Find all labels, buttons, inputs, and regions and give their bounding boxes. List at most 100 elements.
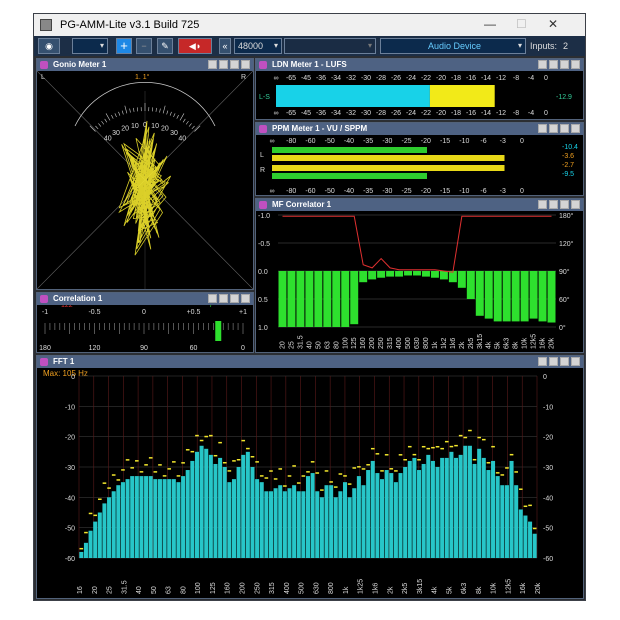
fft-bar: [467, 445, 472, 558]
phase-line: [282, 215, 552, 273]
audio-device-dropdown[interactable]: Audio Device ▾: [380, 38, 526, 54]
fft-band-label: 8k: [476, 586, 483, 594]
fft-band-label: 12k5: [505, 579, 512, 594]
gonio-tick: [159, 108, 161, 113]
edit-icon[interactable]: [538, 357, 547, 366]
fft-band-label: 200: [240, 582, 247, 594]
eye-icon[interactable]: ◉: [38, 38, 60, 54]
correlation-bar: [305, 271, 314, 327]
correlation-bar: [323, 271, 332, 327]
correlation-bar: [439, 271, 448, 280]
correlation-bar: [421, 271, 430, 277]
gonio-scale-label: 10: [151, 123, 159, 130]
maximize-button[interactable]: ☐: [516, 17, 527, 31]
fft-peak-marker: [444, 440, 449, 443]
gonio-tick: [191, 125, 195, 130]
close-panel-icon[interactable]: [571, 200, 580, 209]
collapse-icon[interactable]: «: [219, 38, 231, 54]
fft-bar: [504, 485, 509, 558]
fft-bar: [268, 491, 274, 558]
up-icon[interactable]: [549, 60, 558, 69]
fft-band-label: 5k: [446, 586, 453, 594]
edit-icon[interactable]: [208, 294, 217, 303]
tools-icon[interactable]: ✎: [157, 38, 173, 54]
secondary-dropdown[interactable]: ▾: [284, 38, 376, 54]
gonio-tick: [114, 113, 117, 118]
band-label: 400: [396, 337, 403, 349]
close-panel-icon[interactable]: [571, 60, 580, 69]
fft-peak-marker: [158, 464, 162, 466]
edit-icon[interactable]: [208, 60, 217, 69]
ldn-bar-cyan: [276, 85, 430, 107]
preset-dropdown[interactable]: ▾: [72, 38, 108, 54]
up-icon[interactable]: [549, 124, 558, 133]
fft-bar: [486, 470, 491, 558]
ldn-scale-label: 0: [544, 75, 548, 82]
link-icon[interactable]: [560, 200, 569, 209]
fft-bar: [88, 530, 93, 558]
link-icon[interactable]: [560, 357, 569, 366]
ldn-scale-label: -16: [466, 110, 476, 117]
gonio-tick: [173, 113, 176, 118]
correlation-bar: [314, 271, 323, 327]
magnet-icon[interactable]: ◀◗: [178, 38, 212, 54]
ldn-scale-label: -18: [451, 75, 461, 82]
fft-bar: [79, 551, 84, 558]
fft-band-label: 315: [269, 582, 276, 594]
band-label: 50: [315, 341, 322, 349]
close-button[interactable]: ✕: [548, 17, 558, 31]
add-button[interactable]: +: [116, 38, 132, 54]
edit-icon[interactable]: [538, 200, 547, 209]
fft-peak-marker: [384, 454, 389, 456]
ppm-value: -10.4: [562, 144, 578, 151]
link-icon[interactable]: [230, 294, 239, 303]
ldn-scale-label: -18: [451, 110, 461, 117]
app-title: PG-AMM-Lite v3.1 Build 725: [60, 19, 200, 31]
fft-bar: [375, 473, 380, 558]
close-panel-icon[interactable]: [241, 60, 250, 69]
remove-button[interactable]: −: [136, 38, 152, 54]
title-bar: PG-AMM-Lite v3.1 Build 725 — ☐ ✕: [34, 14, 585, 36]
fft-bar: [208, 454, 213, 558]
ppm-scale-label: -20: [421, 138, 431, 145]
up-icon[interactable]: [549, 357, 558, 366]
close-panel-icon[interactable]: [571, 357, 580, 366]
ppm-scale-label: -80: [286, 138, 296, 145]
link-icon[interactable]: [560, 60, 569, 69]
ldn-title: LDN Meter 1 - LUFS: [272, 60, 347, 69]
edit-icon[interactable]: [538, 60, 547, 69]
fft-band-label: 31.5: [121, 580, 128, 594]
audio-device-value: Audio Device: [427, 41, 482, 51]
fft-bar: [227, 482, 232, 558]
gonio-top-value: 1. 1°: [135, 73, 150, 81]
correlation-scale-label: 180: [39, 345, 51, 352]
edit-icon[interactable]: [538, 124, 547, 133]
ldn-scale-label: -26: [391, 75, 401, 82]
fft-bar: [144, 476, 149, 558]
fft-peak-marker: [195, 434, 199, 437]
correlation-red-value: 122: [61, 305, 73, 309]
sample-rate-dropdown[interactable]: 48000 ▾: [234, 38, 282, 54]
close-panel-icon[interactable]: [241, 294, 250, 303]
ppm-scale-label: -6: [480, 188, 486, 195]
gonio-meter: 403020 10 0 10 203040L R1. 1°: [37, 71, 253, 289]
fft-peak-marker: [227, 470, 232, 472]
fft-bar: [449, 451, 454, 558]
ldn-scale-label: -12: [496, 110, 506, 117]
fft-peak-marker: [417, 459, 421, 461]
up-icon[interactable]: [219, 294, 228, 303]
correlation-bar: [377, 271, 386, 278]
up-icon[interactable]: [219, 60, 228, 69]
fft-band-label: 800: [328, 582, 335, 594]
link-icon[interactable]: [560, 124, 569, 133]
correlation-bar: [368, 271, 377, 280]
correlation-scale-label: 120: [89, 345, 101, 352]
up-icon[interactable]: [549, 200, 558, 209]
fft-band-label: 6k3: [461, 583, 468, 594]
minimize-button[interactable]: —: [484, 17, 496, 31]
close-panel-icon[interactable]: [571, 124, 580, 133]
fft-bar: [481, 457, 486, 558]
ldn-scale-label: -16: [466, 75, 476, 82]
fft-peak-marker: [255, 461, 259, 463]
link-icon[interactable]: [230, 60, 239, 69]
